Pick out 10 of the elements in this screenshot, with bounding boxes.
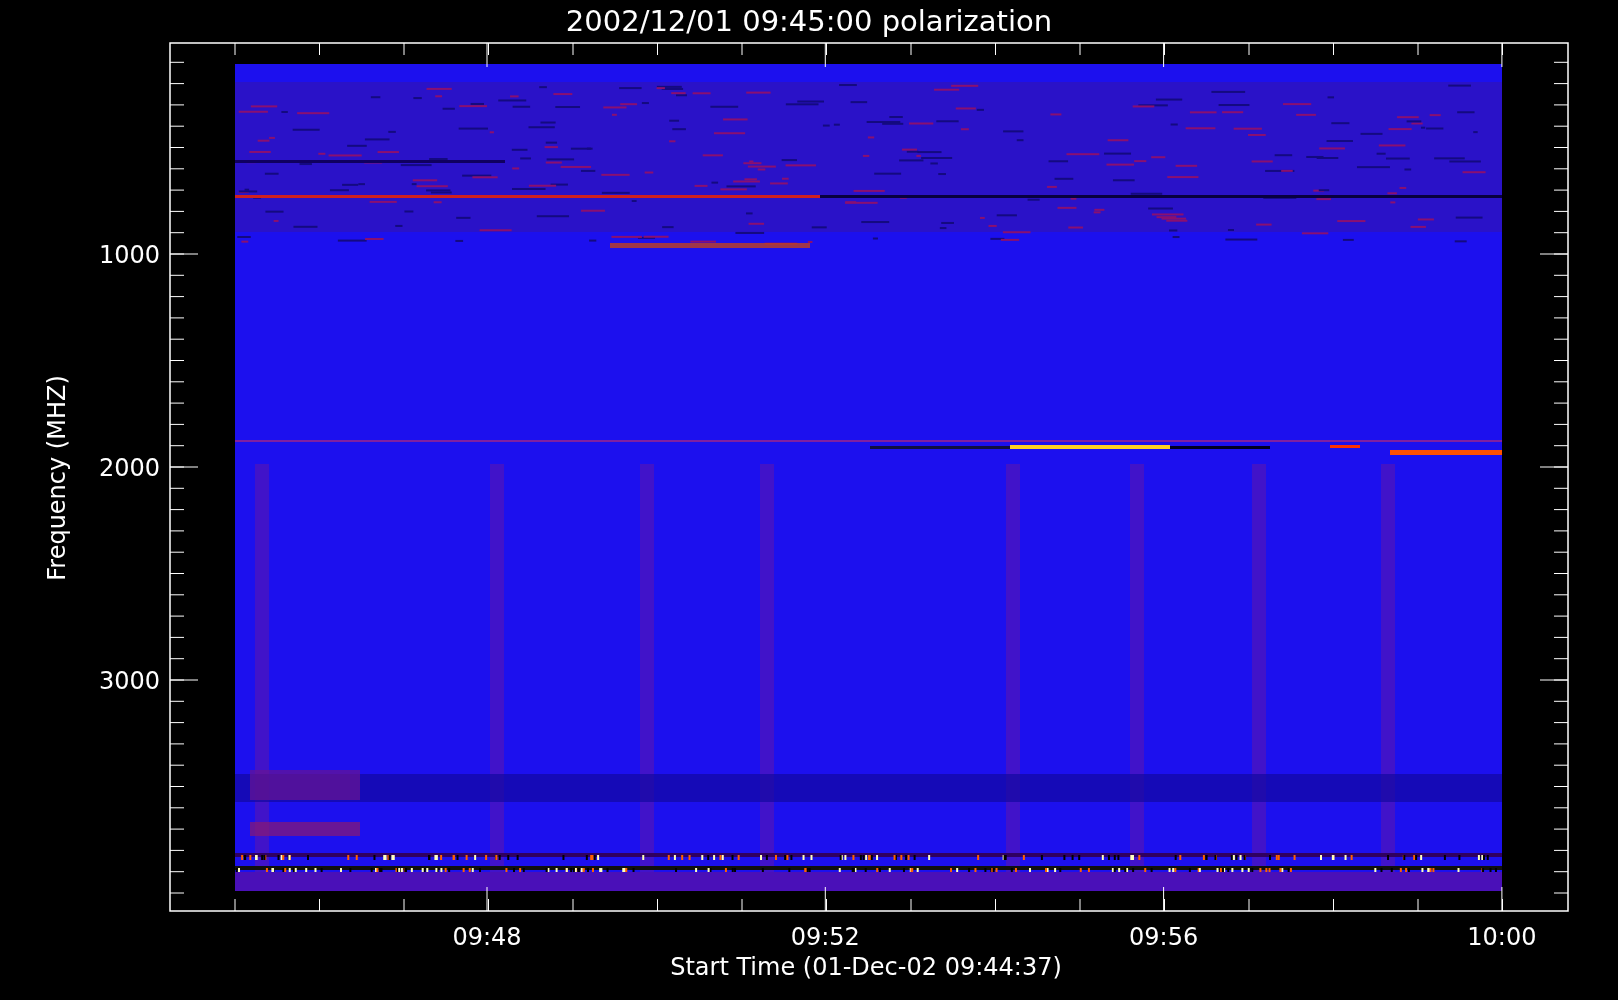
x-axis-label: Start Time (01-Dec-02 09:44:37): [670, 953, 1062, 981]
x-tick-label: 09:56: [1129, 923, 1199, 951]
x-tick-label: 09:48: [452, 923, 522, 951]
x-tick-label: 10:00: [1467, 923, 1537, 951]
plot-title: 2002/12/01 09:45:00 polarization: [565, 4, 1053, 38]
y-tick-label: 2000: [98, 454, 160, 482]
x-tick-label: 09:52: [790, 923, 860, 951]
y-tick-label: 3000: [98, 667, 160, 695]
y-tick-label: 1000: [98, 241, 160, 269]
y-axis-label: Frequency (MHZ): [43, 375, 71, 581]
